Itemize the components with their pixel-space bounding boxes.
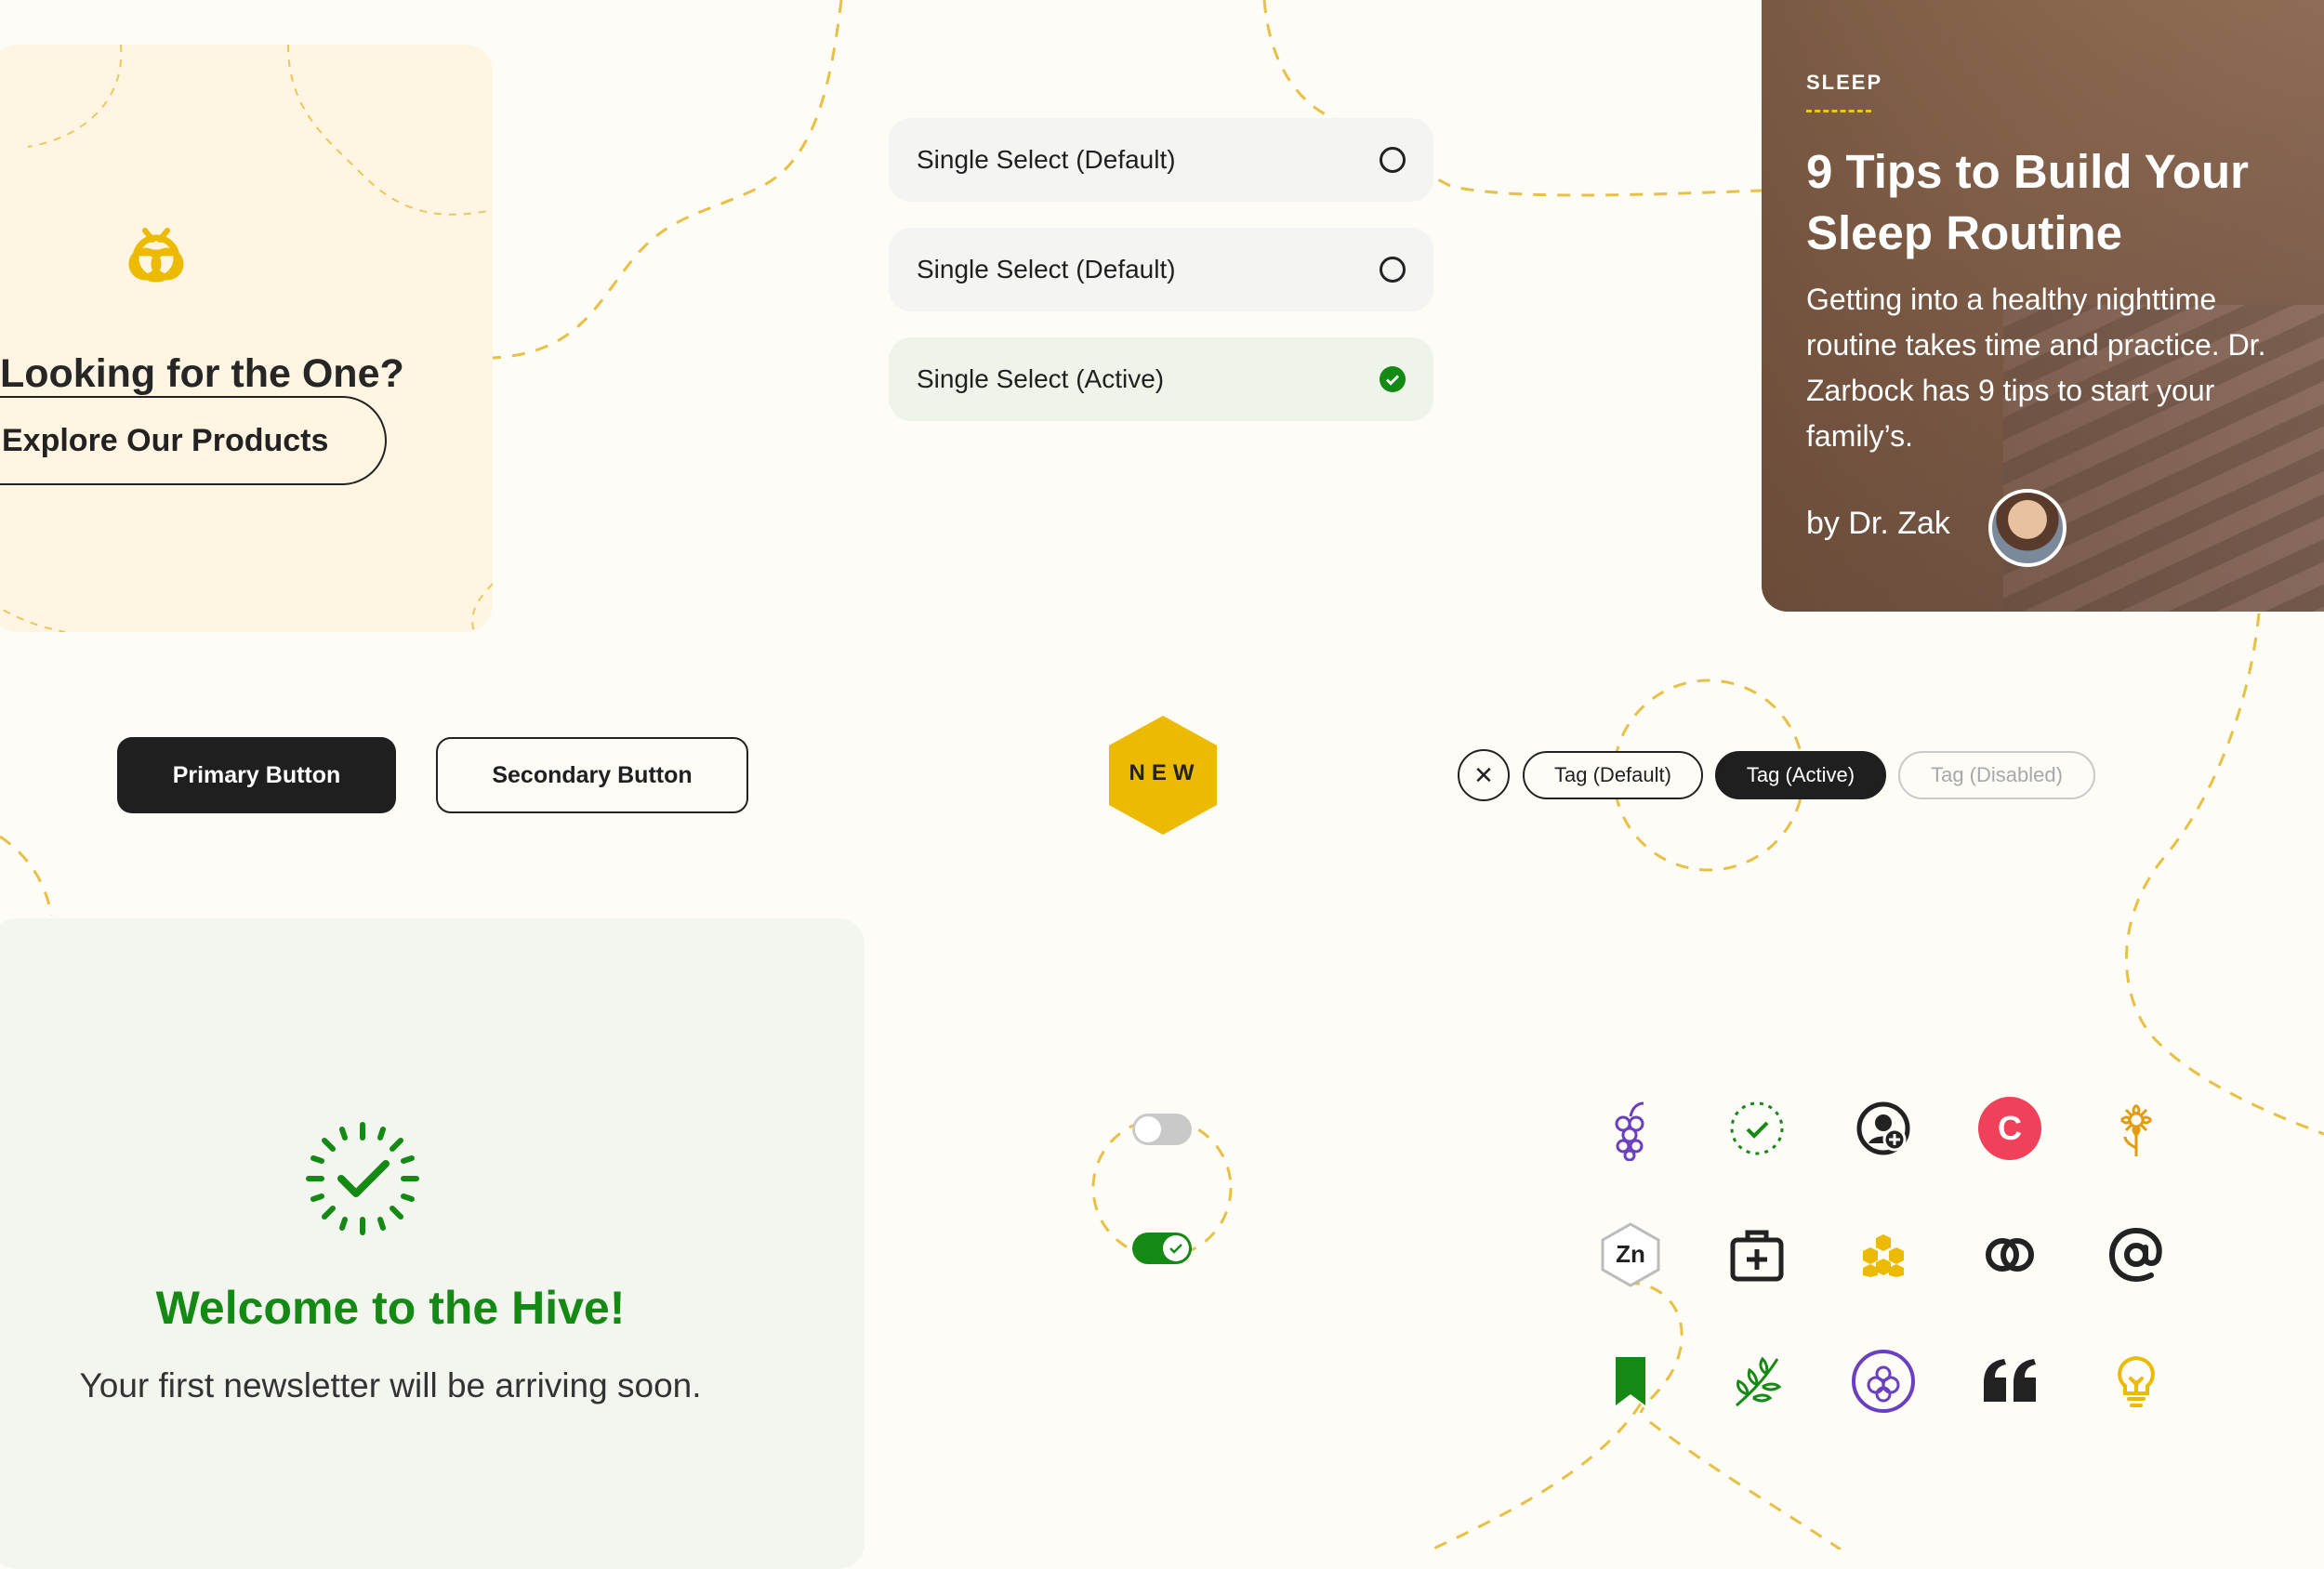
welcome-message: Your first newsletter will be arriving s… (79, 1366, 702, 1404)
article-byline: by Dr. Zak (1806, 506, 1950, 541)
single-select-label: Single Select (Active) (917, 364, 1165, 393)
single-select-label: Single Select (Default) (917, 255, 1176, 283)
profile-add-icon (1846, 1091, 1921, 1166)
bookmark-icon (1593, 1344, 1668, 1418)
explore-products-button[interactable]: Explore Our Products (0, 396, 387, 485)
single-select-option-active[interactable]: Single Select (Active) (889, 337, 1433, 421)
toggle-off[interactable] (1132, 1114, 1192, 1145)
category-underline (1806, 110, 1871, 112)
letter-c-label: C (1978, 1097, 2041, 1160)
quote-icon (1973, 1344, 2047, 1418)
article-description: Getting into a healthy nighttime routine… (1806, 283, 2266, 453)
tag-disabled: Tag (Disabled) (1898, 751, 2095, 799)
herb-leaf-icon (1720, 1344, 1794, 1418)
dashed-check-circle-icon (1720, 1091, 1794, 1166)
radio-unchecked-icon[interactable] (1380, 147, 1406, 173)
letter-c-circle-icon: C (1973, 1091, 2047, 1166)
radio-checked-icon[interactable] (1380, 366, 1406, 392)
clear-tags-close-icon[interactable]: ✕ (1458, 749, 1510, 801)
bee-logo-icon (128, 228, 184, 283)
berries-circle-icon (1846, 1344, 1921, 1418)
zinc-hexagon-icon: Zn (1593, 1218, 1668, 1292)
radio-unchecked-icon[interactable] (1380, 257, 1406, 283)
new-badge-label: NEW (1129, 760, 1201, 785)
single-select-label: Single Select (Default) (917, 145, 1176, 174)
article-category: SLEEP (1806, 71, 1883, 94)
welcome-title: Welcome to the Hive! (155, 1282, 626, 1334)
primary-button[interactable]: Primary Button (117, 737, 396, 813)
promo-card: Looking for the One? Explore Our Product… (0, 45, 493, 632)
overlapping-rings-icon (1973, 1218, 2047, 1292)
zinc-label: Zn (1616, 1240, 1645, 1268)
secondary-button[interactable]: Secondary Button (436, 737, 748, 813)
single-select-option-2[interactable]: Single Select (Default) (889, 228, 1433, 311)
single-select-option-1[interactable]: Single Select (Default) (889, 118, 1433, 202)
tag-default[interactable]: Tag (Default) (1523, 751, 1703, 799)
at-sign-icon (2099, 1218, 2173, 1292)
article-card[interactable]: SLEEP 9 Tips to Build Your Sleep Routine… (1762, 0, 2324, 612)
lightbulb-icon (2099, 1344, 2173, 1418)
success-check-icon (306, 1122, 419, 1235)
author-avatar (1988, 489, 2067, 567)
promo-title: Looking for the One? (0, 351, 404, 396)
tag-active[interactable]: Tag (Active) (1715, 751, 1886, 799)
toggle-on[interactable] (1132, 1233, 1192, 1264)
flower-icon (2099, 1091, 2173, 1166)
honeycomb-icon (1846, 1218, 1921, 1292)
article-title: 9 Tips to Build Your Sleep Routine (1806, 145, 2250, 259)
promo-card-pattern (0, 45, 493, 632)
grapes-icon (1593, 1091, 1668, 1166)
first-aid-kit-icon (1720, 1218, 1794, 1292)
welcome-card: Welcome to the Hive! Your first newslett… (0, 918, 865, 1569)
new-badge: NEW (1105, 714, 1221, 837)
toggle-knob (1135, 1116, 1161, 1142)
toggle-knob-check-icon (1163, 1235, 1189, 1261)
